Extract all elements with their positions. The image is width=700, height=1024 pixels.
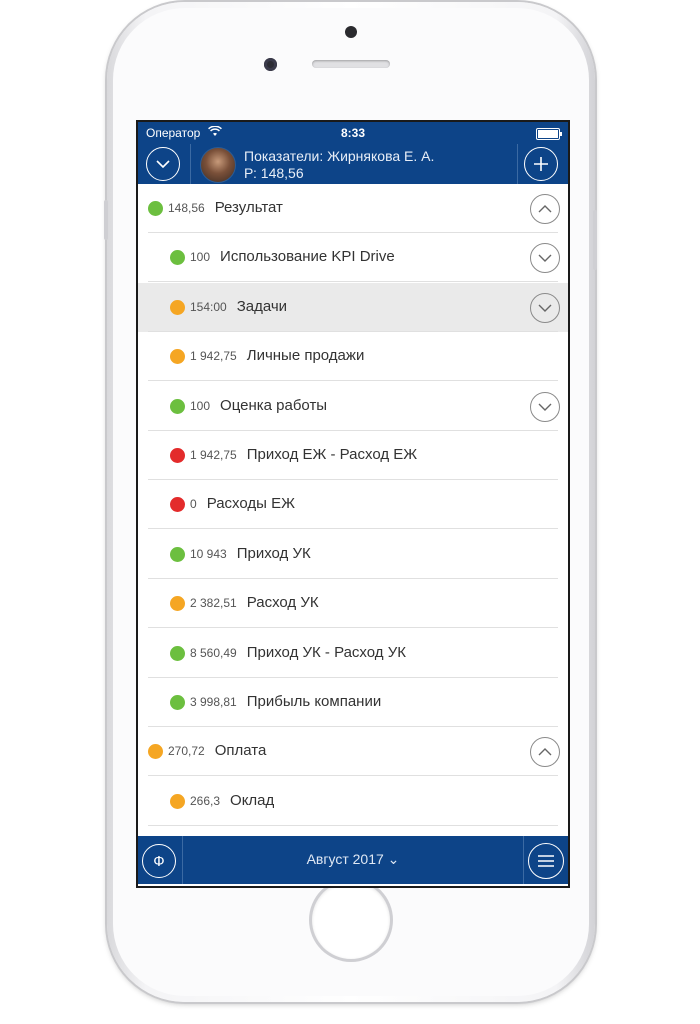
kpi-label: Приход ЕЖ - Расход ЕЖ: [246, 446, 418, 463]
earpiece-speaker: [312, 60, 390, 68]
list-item[interactable]: 2 382,51 Расход УК: [138, 579, 568, 629]
list-item[interactable]: 1 942,75 Приход ЕЖ - Расход ЕЖ: [138, 431, 568, 480]
kpi-label: Оклад: [230, 791, 275, 809]
list-item[interactable]: 100 Использование KPI Drive: [138, 233, 568, 283]
list-item[interactable]: 1 942,75 Личные продажи: [138, 332, 568, 382]
menu-button[interactable]: [523, 836, 568, 884]
list-item[interactable]: 8 560,49 Приход УК - Расход УК: [138, 629, 568, 678]
nav-bar: Показатели: Жирнякова Е. А. Р: 148,56: [138, 144, 568, 184]
battery-icon: [536, 128, 562, 140]
chevron-down-icon[interactable]: [530, 391, 560, 422]
kpi-value: 0: [190, 497, 197, 512]
kpi-label: Расходы ЕЖ: [206, 495, 295, 513]
status-dot: [170, 793, 185, 809]
home-button[interactable]: [312, 881, 390, 959]
page-title: Показатели: Жирнякова Е. А.: [244, 148, 435, 164]
status-dot: [170, 349, 185, 365]
plus-icon: [524, 147, 558, 181]
sensor-dot: [345, 26, 357, 38]
chevron-down-icon[interactable]: [530, 292, 560, 323]
status-dot: [170, 645, 185, 661]
volume-button: [104, 200, 108, 240]
kpi-value: 100: [190, 250, 211, 265]
kpi-value: 1 942,75: [190, 349, 237, 364]
status-bar: Оператор 8:33: [138, 122, 568, 144]
power-button: [593, 210, 597, 270]
kpi-value: 8 560,49: [190, 645, 237, 660]
status-dot: [170, 299, 185, 315]
list-item[interactable]: 10 943 Приход УК: [138, 530, 568, 579]
kpi-value: 1 942,75: [190, 448, 237, 462]
chevron-down-icon[interactable]: [530, 243, 560, 274]
front-camera: [264, 58, 277, 71]
kpi-value: 148,56: [168, 201, 205, 215]
list-item[interactable]: 270,72 Оплата: [138, 727, 568, 777]
row-divider: [148, 824, 558, 826]
kpi-label: Личные продажи: [246, 347, 365, 365]
kpi-value: 266,3: [190, 793, 221, 808]
kpi-label: Приход УК: [236, 544, 311, 562]
kpi-label: Использование KPI Drive: [220, 248, 395, 266]
kpi-label: Прибыль компании: [246, 693, 382, 710]
chevron-up-icon[interactable]: [530, 194, 560, 224]
status-dot: [170, 250, 185, 266]
status-dot: [170, 497, 185, 513]
kpi-label: Оценка работы: [220, 396, 328, 414]
collapse-button[interactable]: [138, 144, 191, 184]
kpi-value: 3 998,81: [190, 695, 237, 709]
list-item[interactable]: 154:00 Задачи: [138, 282, 568, 332]
list-item[interactable]: 3 998,81 Прибыль компании: [138, 678, 568, 727]
page-subtitle: Р: 148,56: [244, 165, 304, 181]
clock: 8:33: [340, 126, 366, 140]
chevron-down-icon: [146, 147, 180, 181]
status-dot: [170, 695, 185, 710]
add-button[interactable]: [517, 144, 568, 184]
list-item[interactable]: 100 Оценка работы: [138, 382, 568, 431]
kpi-value: 270,72: [168, 744, 205, 759]
status-dot: [170, 546, 185, 562]
status-dot: [170, 448, 185, 463]
kpi-label: Результат: [214, 199, 283, 216]
kpi-label: Приход УК - Расход УК: [246, 643, 406, 661]
avatar[interactable]: [200, 147, 236, 183]
app-screen: Оператор 8:33 Показатели: Жирнякова Е. А…: [136, 120, 570, 888]
status-dot: [148, 201, 163, 216]
status-dot: [170, 596, 185, 612]
chevron-up-icon[interactable]: [530, 737, 560, 768]
bottom-bar: Ф Август 2017 ⌄: [138, 836, 568, 884]
hamburger-menu-icon: [528, 843, 564, 879]
status-dot: [148, 744, 163, 760]
kpi-label: Расход УК: [246, 594, 319, 612]
kpi-value: 100: [190, 398, 211, 413]
status-dot: [170, 398, 185, 414]
kpi-label: Задачи: [236, 297, 288, 315]
kpi-value: 2 382,51: [190, 596, 237, 611]
period-selector[interactable]: Август 2017 ⌄: [138, 851, 568, 868]
list-item[interactable]: 0 Расходы ЕЖ: [138, 480, 568, 530]
list-item[interactable]: 266,3 Оклад: [138, 777, 568, 826]
kpi-value: 10 943: [190, 546, 227, 561]
kpi-label: Оплата: [214, 742, 267, 760]
kpi-list: 148,56 Результат 100 Использование KPI Driv…: [138, 184, 568, 836]
kpi-value: 154:00: [190, 299, 227, 314]
list-item[interactable]: 148,56 Результат: [138, 184, 568, 233]
